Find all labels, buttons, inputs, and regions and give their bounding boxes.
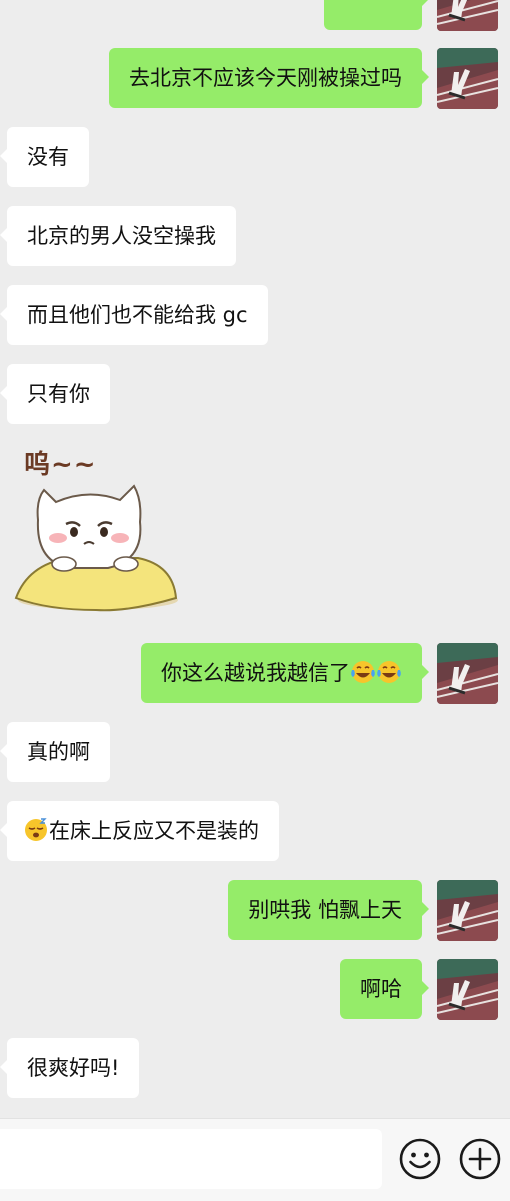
message-text: 只有你 [27, 382, 90, 406]
smiley-icon[interactable] [398, 1137, 442, 1181]
message-bubble[interactable]: 没有 [0, 127, 89, 187]
message-text: 在床上反应又不是装的 [49, 819, 259, 843]
avatar-image [437, 643, 498, 704]
message-text: 你这么越说我越信了 [161, 661, 350, 685]
my-avatar[interactable] [437, 48, 498, 109]
message-bubble[interactable]: 别哄我 怕飘上天 [228, 880, 429, 940]
plus-circle-icon[interactable] [458, 1137, 502, 1181]
my-avatar[interactable] [437, 880, 498, 941]
message-bubble[interactable]: 北京的男人没空操我 [0, 206, 236, 266]
avatar-image [437, 959, 498, 1020]
chat-area[interactable]: 去北京不应该今天刚被操过吗 没有 北京的男人没空操我 而且他们也不能给我 gc … [0, 0, 510, 1118]
message-bubble[interactable]: 你这么越说我越信了 [141, 643, 429, 703]
message-bubble-partial[interactable] [324, 0, 429, 30]
my-avatar[interactable] [437, 0, 498, 31]
my-avatar[interactable] [437, 959, 498, 1020]
my-avatar[interactable] [437, 643, 498, 704]
message-bubble[interactable]: 而且他们也不能给我 gc [0, 285, 268, 345]
message-text: 没有 [27, 145, 69, 169]
message-text: 真的啊 [27, 740, 90, 764]
message-bubble[interactable]: 很爽好吗! [0, 1038, 140, 1098]
message-bubble[interactable]: 只有你 [0, 364, 110, 424]
crying-cat-sticker[interactable]: 呜~~ [8, 440, 184, 620]
avatar-image [437, 0, 498, 31]
message-text: 别哄我 怕飘上天 [248, 898, 402, 922]
message-bubble[interactable]: 真的啊 [0, 722, 110, 782]
cat-illustration [14, 484, 178, 612]
input-bar [0, 1118, 510, 1201]
message-text: 北京的男人没空操我 [27, 224, 216, 248]
avatar-image [437, 48, 498, 109]
message-bubble[interactable]: 啊哈 [340, 959, 429, 1019]
message-text: 而且他们也不能给我 gc [27, 303, 248, 327]
sleepy-face-emoji [25, 818, 47, 841]
message-bubble[interactable]: 去北京不应该今天刚被操过吗 [109, 48, 429, 108]
message-text: 去北京不应该今天刚被操过吗 [129, 66, 402, 90]
laugh-cry-emoji [350, 659, 376, 685]
laugh-cry-emoji [376, 659, 402, 685]
message-bubble[interactable]: 在床上反应又不是装的 [0, 801, 279, 861]
message-input[interactable] [0, 1129, 382, 1189]
message-text: 很爽好吗! [27, 1056, 120, 1080]
avatar-image [437, 880, 498, 941]
message-text: 啊哈 [360, 977, 402, 1001]
